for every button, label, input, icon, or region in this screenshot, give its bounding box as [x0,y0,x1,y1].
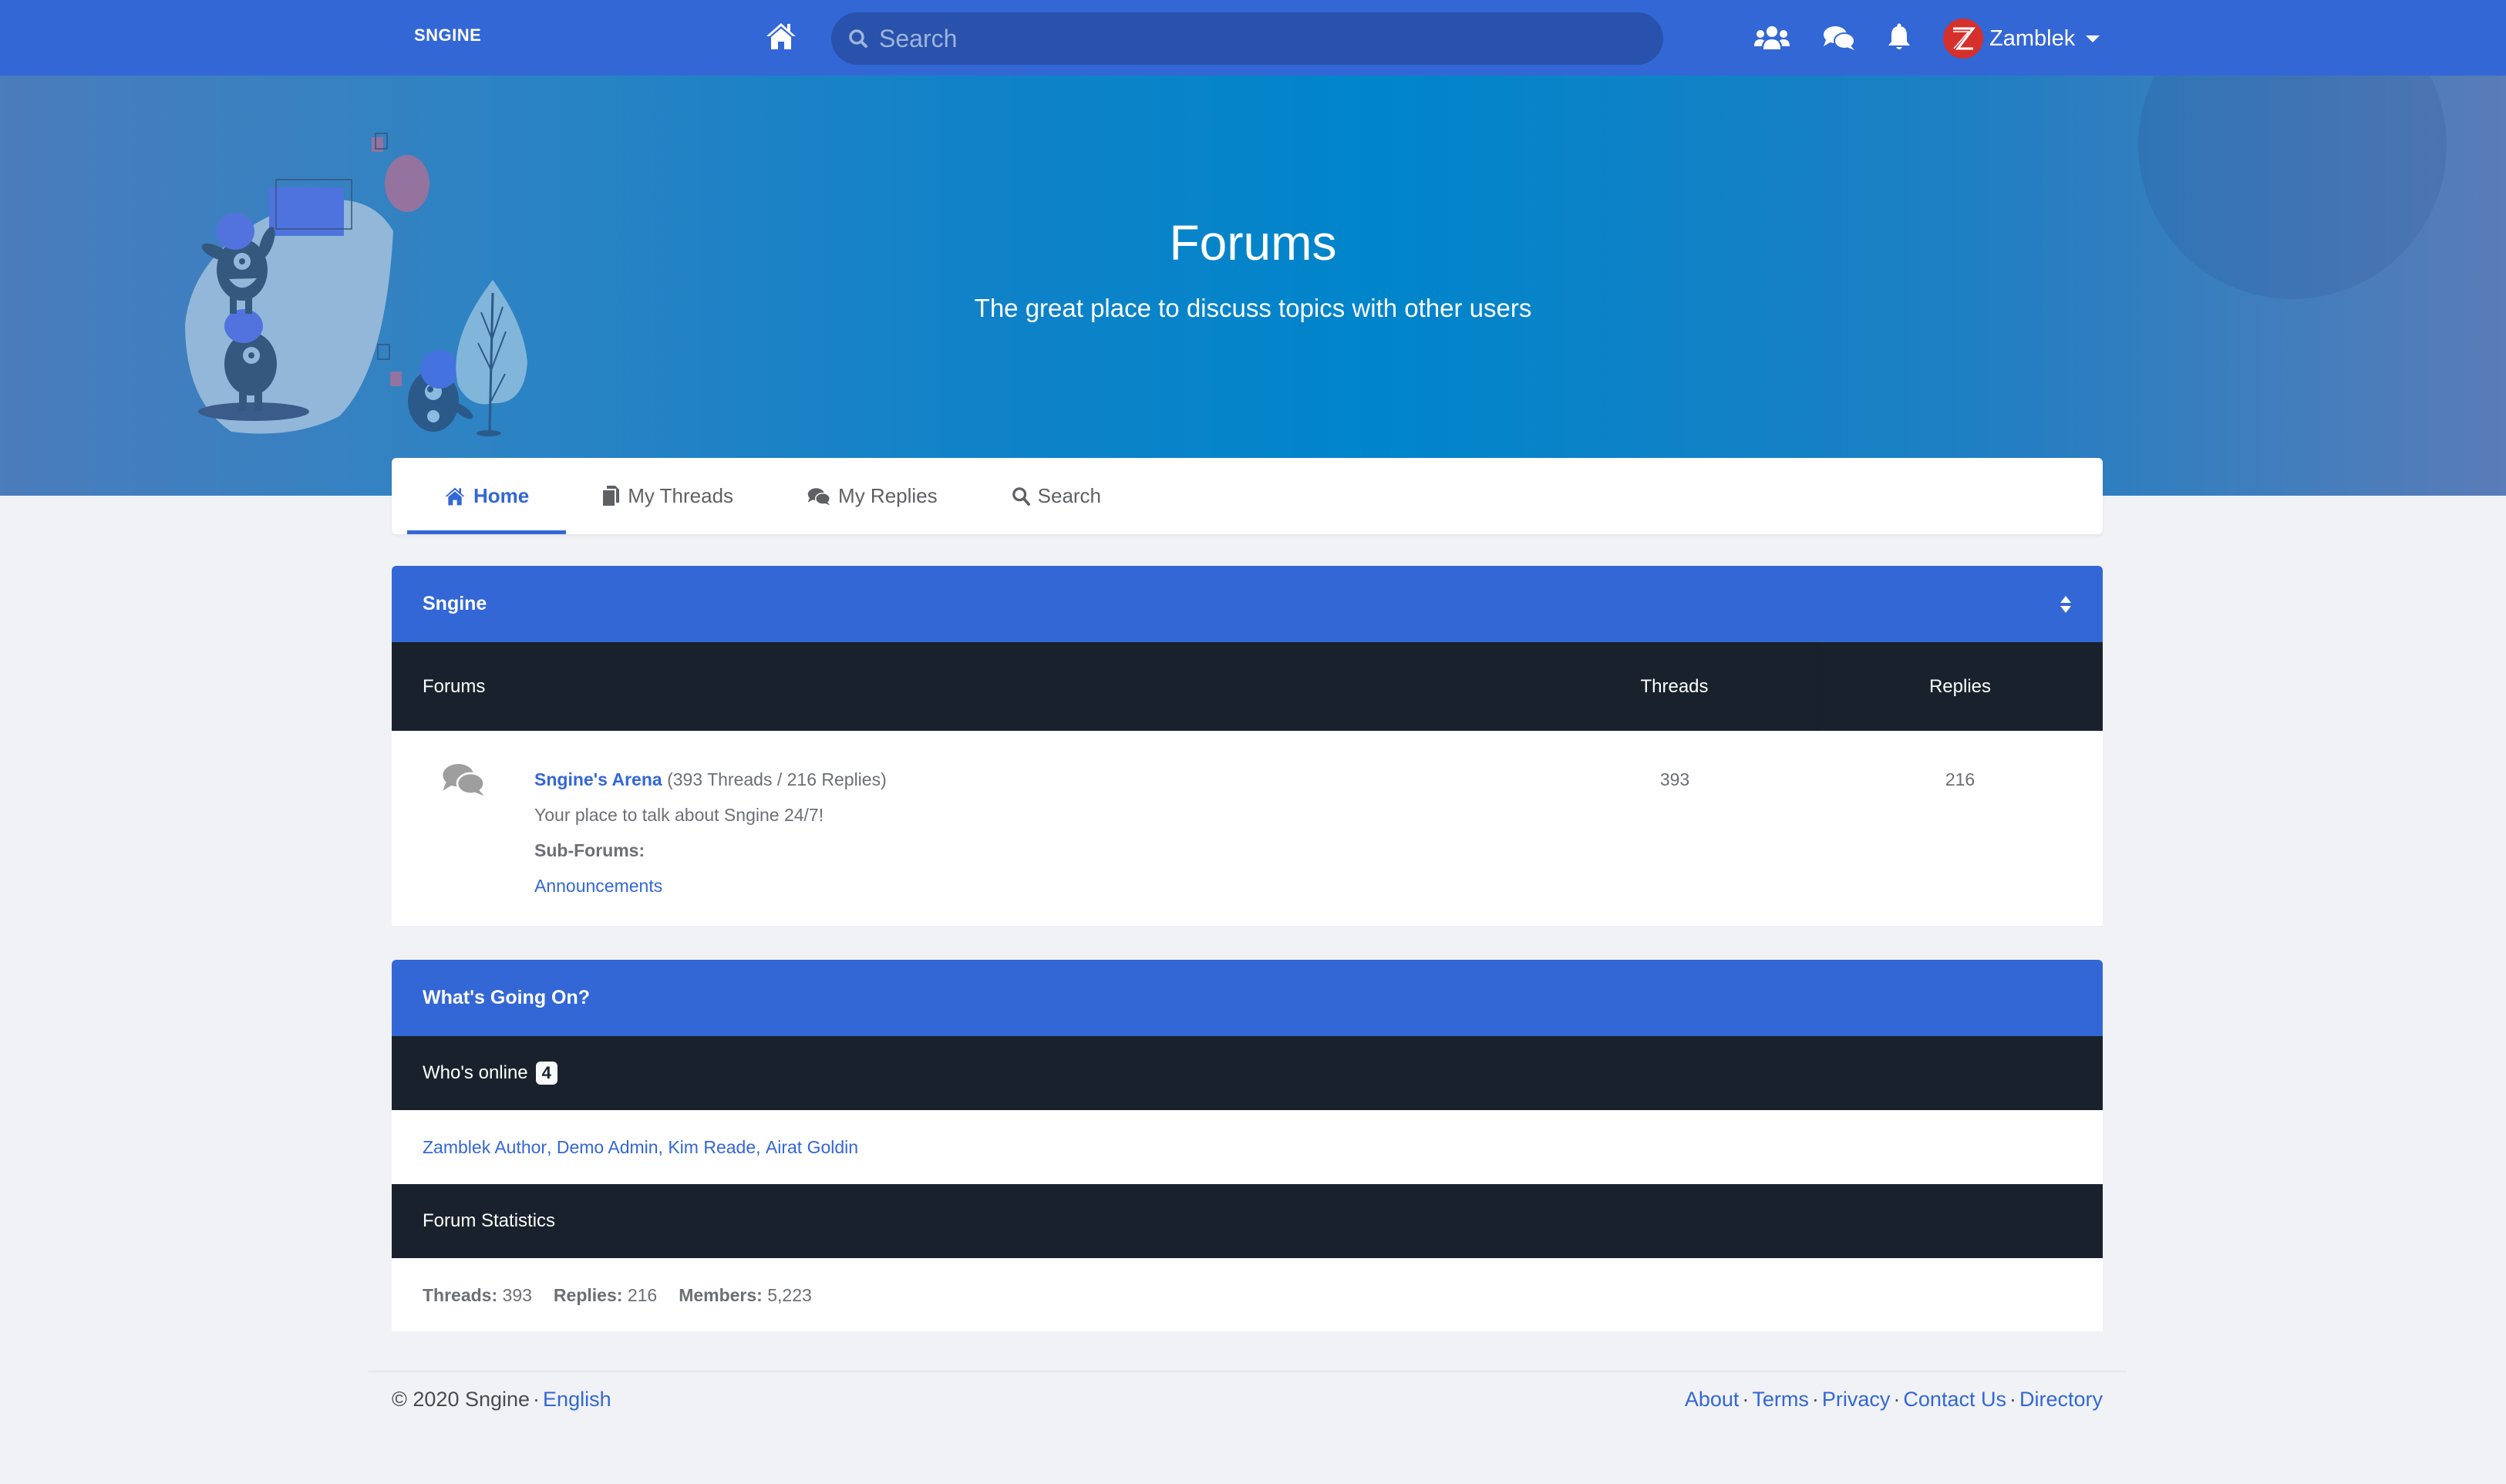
top-navbar: SNGINE Search Zamblek [0,0,2506,76]
search-bar[interactable] [831,12,1663,65]
whos-online-label: Who's online [423,1062,528,1083]
language-link[interactable]: English [543,1388,611,1411]
forum-statistics: Threads: 393 Replies: 216 Members: 5,223 [392,1258,2103,1331]
home-icon [766,23,796,49]
caret-down-icon [2086,35,2100,42]
forum-description: Your place to talk about Sngine 24/7! [534,805,824,825]
tab-label: Search [1037,484,1102,507]
page-subtitle: The great place to discuss topics with o… [974,294,1532,322]
notifications-button[interactable] [1876,17,1922,59]
whats-going-on-header: What's Going On? [392,960,2103,1036]
hero-banner: Forums The great place to discuss topics… [0,76,2506,496]
forum-icon-cell [392,731,534,926]
comments-icon [1824,26,1855,50]
footer-link-about[interactable]: About [1685,1388,1740,1411]
footer-link-terms[interactable]: Terms [1752,1388,1809,1411]
avatar [1943,19,1983,59]
forum-statistics-label: Forum Statistics [423,1210,556,1231]
messages-button[interactable] [1816,17,1862,59]
tab-home[interactable]: Home [407,458,567,534]
category-panel: Sngine Forums Threads Replies Sngine's A… [392,566,2103,927]
forum-row: Sngine's Arena (393 Threads / 216 Replie… [392,731,2103,927]
footer-copyright: © 2020 Sngine · English [392,1388,611,1411]
user-avatar-z-icon [1953,27,1976,50]
column-forums: Forums [423,675,486,697]
friends-button[interactable] [1749,17,1795,59]
footer-links: About · Terms · Privacy · Contact Us · Directory [1684,1388,2103,1411]
column-replies: Replies [1928,675,1992,697]
forum-info: Sngine's Arena (393 Threads / 216 Replie… [534,731,1532,926]
online-user-link[interactable]: Zamblek Author [423,1137,547,1158]
forum-tabs: Home My Threads My Replies Search [392,458,2103,534]
tab-label: My Replies [838,484,938,507]
user-name: Zamblek [1989,25,2076,51]
comments-icon [442,764,485,796]
online-user-link[interactable]: Demo Admin [557,1137,658,1158]
tab-label: My Threads [628,484,734,507]
whats-going-on-panel: What's Going On? Who's online 4 Zamblek … [392,960,2103,1331]
tab-label: Home [473,484,530,507]
search-input[interactable] [879,24,1663,53]
subforums-label: Sub-Forums: [534,840,645,860]
stat-threads: Threads: 393 [423,1284,532,1305]
tab-my-replies[interactable]: My Replies [770,458,975,534]
user-menu[interactable]: Zamblek [1943,19,2100,59]
tab-my-threads[interactable]: My Threads [566,458,770,534]
column-threads: Threads [1532,642,1817,731]
forum-threads-count: 393 [1659,769,1690,789]
whos-online-header: Who's online 4 [392,1036,2103,1110]
page-title: Forums [1169,215,1337,271]
forum-replies-count: 216 [1945,769,1975,789]
subforum-link[interactable]: Announcements [534,876,662,896]
stat-members: Members: 5,223 [679,1284,812,1305]
online-count-badge: 4 [535,1062,557,1085]
bell-icon [1888,23,1910,49]
users-icon [1754,26,1790,49]
copyright-text: © 2020 Sngine [392,1388,531,1411]
comments-icon [807,487,831,505]
home-button[interactable] [763,17,799,56]
search-icon [1012,486,1030,506]
footer-link-privacy[interactable]: Privacy [1822,1388,1891,1411]
tab-search[interactable]: Search [975,458,1138,534]
online-user-link[interactable]: Kim Reade [668,1137,756,1158]
forum-link[interactable]: Sngine's Arena [534,769,662,789]
sort-icon[interactable] [2060,595,2072,614]
footer-link-directory[interactable]: Directory [2019,1388,2103,1411]
online-user-link[interactable]: Airat Goldin [766,1137,858,1158]
home-icon [445,487,465,505]
category-title: Sngine [423,593,487,614]
category-header[interactable]: Sngine [392,566,2103,642]
forums-table-header: Forums Threads Replies [392,642,2103,731]
stat-replies: Replies: 216 [553,1284,658,1305]
search-icon [849,29,867,48]
footer-divider [369,1371,2127,1372]
hero-illustration [185,133,527,436]
copy-icon [603,485,620,506]
forum-statistics-header: Forum Statistics [392,1184,2103,1258]
footer-link-contact[interactable]: Contact Us [1903,1388,2006,1411]
panel-title: What's Going On? [423,987,591,1008]
forum-counts: (393 Threads / 216 Replies) [667,769,887,789]
online-users-list: Zamblek Author, Demo Admin, Kim Reade, A… [392,1110,2103,1184]
site-logo[interactable]: SNGINE [414,25,481,45]
